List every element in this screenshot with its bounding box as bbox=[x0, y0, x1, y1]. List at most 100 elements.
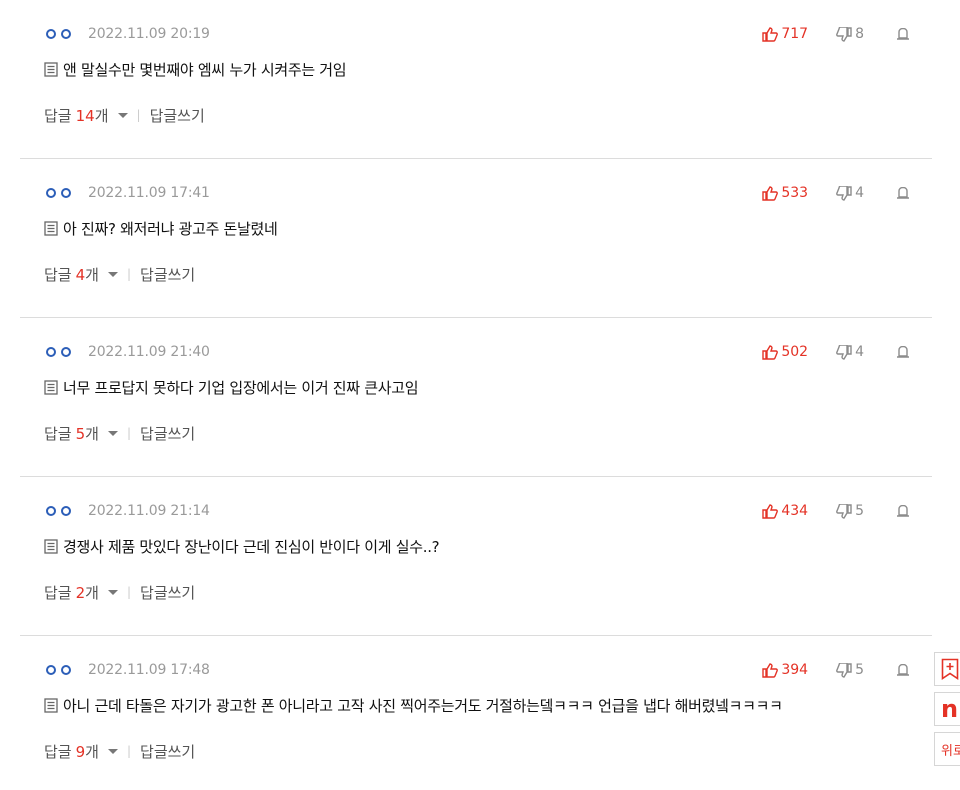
like-button[interactable]: 434 bbox=[762, 503, 808, 519]
report-button[interactable] bbox=[896, 28, 910, 40]
like-button[interactable]: 394 bbox=[762, 662, 808, 678]
comment-votes: 502 4 bbox=[762, 342, 910, 362]
naver-button[interactable]: n bbox=[934, 692, 960, 726]
comment-item: 2022.11.09 20:19 717 8 앤 말실수만 몇번째야 엠씨 누가… bbox=[20, 0, 932, 159]
reply-label: 답글 bbox=[44, 106, 72, 125]
siren-icon bbox=[897, 505, 909, 517]
reply-label: 답글 bbox=[44, 424, 72, 443]
document-icon bbox=[44, 379, 58, 395]
dislike-count: 4 bbox=[855, 344, 864, 360]
like-button[interactable]: 533 bbox=[762, 185, 808, 201]
chevron-down-icon[interactable] bbox=[107, 270, 119, 278]
document-icon bbox=[44, 61, 58, 77]
divider: | bbox=[126, 744, 132, 758]
thumbs-down-icon bbox=[836, 344, 852, 360]
report-button[interactable] bbox=[896, 505, 910, 517]
masked-nickname[interactable] bbox=[46, 188, 71, 198]
reply-unit: 개 bbox=[85, 583, 99, 602]
reply-unit: 개 bbox=[85, 265, 99, 284]
comment-date: 2022.11.09 20:19 bbox=[88, 26, 210, 42]
dislike-count: 4 bbox=[855, 185, 864, 201]
reply-count: 4 bbox=[75, 265, 86, 284]
reply-toggle[interactable]: 답글 5개 bbox=[44, 423, 99, 444]
like-count: 502 bbox=[781, 344, 809, 360]
floating-side-tools: n 위로 bbox=[934, 652, 960, 772]
comment-text-content: 아 진짜? 왜저러냐 광고주 돈날렸네 bbox=[63, 219, 278, 238]
reply-actions: 답글 2개 | 답글쓰기 bbox=[44, 581, 195, 603]
comment-text-content: 아니 근데 타돌은 자기가 광고한 폰 아니라고 고작 사진 찍어주는거도 거절… bbox=[63, 696, 783, 715]
scroll-top-button[interactable]: 위로 bbox=[934, 732, 960, 766]
dislike-button[interactable]: 5 bbox=[836, 503, 864, 519]
report-button[interactable] bbox=[896, 664, 910, 676]
masked-nickname[interactable] bbox=[46, 665, 71, 675]
like-button[interactable]: 502 bbox=[762, 344, 808, 360]
comment-text: 아 진짜? 왜저러냐 광고주 돈날렸네 bbox=[44, 217, 278, 239]
comment-text: 경쟁사 제품 맛있다 장난이다 근데 진심이 반이다 이게 실수..? bbox=[44, 535, 440, 557]
reply-actions: 답글 5개 | 답글쓰기 bbox=[44, 422, 195, 444]
scroll-top-label: 위로 bbox=[941, 743, 960, 759]
dislike-count: 5 bbox=[855, 503, 864, 519]
comment-date: 2022.11.09 17:41 bbox=[88, 185, 210, 201]
chevron-down-icon[interactable] bbox=[107, 429, 119, 437]
write-reply-link[interactable]: 답글쓰기 bbox=[140, 264, 195, 285]
like-count: 434 bbox=[781, 503, 809, 519]
write-reply-link[interactable]: 답글쓰기 bbox=[140, 741, 195, 762]
dislike-count: 8 bbox=[855, 26, 864, 42]
reply-count: 2 bbox=[75, 583, 86, 602]
chevron-down-icon[interactable] bbox=[107, 747, 119, 755]
reply-toggle[interactable]: 답글 14개 bbox=[44, 105, 109, 126]
bookmark-button[interactable] bbox=[934, 652, 960, 686]
naver-logo: n bbox=[941, 695, 959, 723]
reply-toggle[interactable]: 답글 9개 bbox=[44, 741, 99, 762]
reply-actions: 답글 14개 | 답글쓰기 bbox=[44, 104, 205, 126]
like-button[interactable]: 717 bbox=[762, 26, 808, 42]
comment-item: 2022.11.09 21:14 434 5 경쟁사 제품 맛있다 장난이다 근… bbox=[20, 477, 932, 636]
comment-meta: 2022.11.09 21:14 bbox=[46, 501, 210, 521]
dislike-button[interactable]: 8 bbox=[836, 26, 864, 42]
comment-meta: 2022.11.09 20:19 bbox=[46, 24, 210, 44]
comment-meta: 2022.11.09 21:40 bbox=[46, 342, 210, 362]
comment-votes: 717 8 bbox=[762, 24, 910, 44]
dislike-button[interactable]: 5 bbox=[836, 662, 864, 678]
comment-votes: 434 5 bbox=[762, 501, 910, 521]
dislike-button[interactable]: 4 bbox=[836, 344, 864, 360]
thumbs-up-icon bbox=[762, 503, 779, 519]
divider: | bbox=[126, 267, 132, 281]
chevron-down-icon[interactable] bbox=[107, 588, 119, 596]
dislike-button[interactable]: 4 bbox=[836, 185, 864, 201]
masked-nickname[interactable] bbox=[46, 506, 71, 516]
report-button[interactable] bbox=[896, 346, 910, 358]
comment-text-content: 앤 말실수만 몇번째야 엠씨 누가 시켜주는 거임 bbox=[63, 60, 347, 79]
siren-icon bbox=[897, 664, 909, 676]
write-reply-link[interactable]: 답글쓰기 bbox=[140, 582, 195, 603]
thumbs-up-icon bbox=[762, 344, 779, 360]
reply-actions: 답글 4개 | 답글쓰기 bbox=[44, 263, 195, 285]
reply-actions: 답글 9개 | 답글쓰기 bbox=[44, 740, 195, 762]
divider: | bbox=[126, 426, 132, 440]
masked-nickname[interactable] bbox=[46, 29, 71, 39]
reply-toggle[interactable]: 답글 4개 bbox=[44, 264, 99, 285]
reply-label: 답글 bbox=[44, 742, 72, 761]
reply-unit: 개 bbox=[85, 424, 99, 443]
reply-unit: 개 bbox=[94, 106, 109, 125]
comment-meta: 2022.11.09 17:48 bbox=[46, 660, 210, 680]
reply-count: 9 bbox=[75, 742, 86, 761]
reply-count: 5 bbox=[75, 424, 86, 443]
comment-votes: 394 5 bbox=[762, 660, 910, 680]
report-button[interactable] bbox=[896, 187, 910, 199]
chevron-down-icon[interactable] bbox=[117, 111, 129, 119]
comment-votes: 533 4 bbox=[762, 183, 910, 203]
bookmark-plus-icon bbox=[941, 658, 959, 680]
write-reply-link[interactable]: 답글쓰기 bbox=[140, 423, 195, 444]
masked-nickname[interactable] bbox=[46, 347, 71, 357]
reply-count: 14 bbox=[75, 106, 95, 125]
comment-text: 너무 프로답지 못하다 기업 입장에서는 이거 진짜 큰사고임 bbox=[44, 376, 419, 398]
write-reply-link[interactable]: 답글쓰기 bbox=[150, 105, 205, 126]
thumbs-down-icon bbox=[836, 185, 852, 201]
comment-date: 2022.11.09 21:14 bbox=[88, 503, 210, 519]
comment-item: 2022.11.09 21:40 502 4 너무 프로답지 못하다 기업 입장… bbox=[20, 318, 932, 477]
comment-item: 2022.11.09 17:48 394 5 아니 근데 타돌은 자기가 광고한… bbox=[20, 636, 932, 790]
divider: | bbox=[136, 108, 141, 122]
reply-toggle[interactable]: 답글 2개 bbox=[44, 582, 99, 603]
comment-list: 2022.11.09 20:19 717 8 앤 말실수만 몇번째야 엠씨 누가… bbox=[20, 0, 932, 790]
